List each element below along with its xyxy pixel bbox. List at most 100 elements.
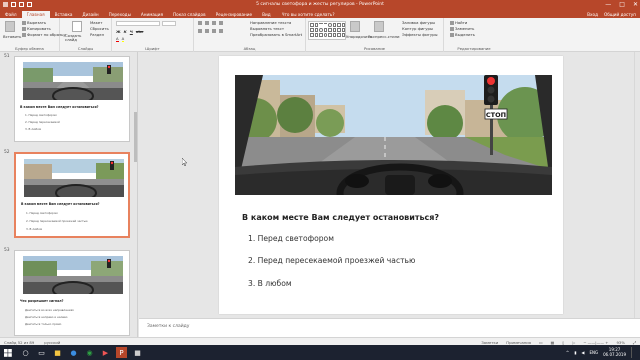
task-view-icon[interactable]: ▭	[36, 347, 47, 358]
file-explorer-icon[interactable]: ■	[52, 347, 63, 358]
text-direction-button[interactable]: Направление текста	[250, 20, 291, 25]
language-indicator[interactable]: русский	[44, 340, 60, 345]
shapes-gallery[interactable]	[308, 21, 346, 40]
section-button[interactable]: Раздел	[90, 32, 104, 37]
slide-thumbnail-53[interactable]: Что разрешает сигнал? Двигаться во всех …	[14, 250, 130, 336]
outdent-icon[interactable]	[219, 21, 223, 25]
indent-icon[interactable]	[212, 21, 216, 25]
tab-slideshow[interactable]: Показ слайдов	[168, 11, 211, 18]
tell-me-input[interactable]: Что вы хотите сделать?	[276, 11, 335, 18]
tab-review[interactable]: Рецензирование	[211, 11, 258, 18]
highlight-icon[interactable]: А	[121, 36, 125, 42]
shape-fill-button[interactable]: Заливка фигуры	[402, 20, 435, 25]
shape-rect-icon[interactable]	[310, 33, 314, 37]
slide-question[interactable]: В каком месте Вам следует остановиться?	[242, 213, 439, 222]
bullets-icon[interactable]	[198, 21, 202, 25]
select-button[interactable]: Выделить	[450, 32, 475, 37]
slide-thumbnails-panel[interactable]: 51 В каком месте Вам следует остановитьс…	[0, 52, 138, 340]
shape-brace-icon[interactable]	[328, 28, 332, 32]
sign-in-link[interactable]: Вход	[587, 11, 598, 18]
show-desktop-button[interactable]	[631, 347, 637, 358]
new-slide-button[interactable]: Создать слайд	[65, 34, 87, 42]
shape-rect-icon[interactable]	[337, 33, 341, 37]
reading-view-icon[interactable]: ▯	[562, 340, 564, 345]
zoom-level[interactable]: 93%	[617, 340, 625, 345]
tab-file[interactable]: Файл	[0, 11, 22, 18]
paste-icon[interactable]	[5, 21, 15, 32]
shape-star-icon[interactable]	[332, 28, 336, 32]
replace-button[interactable]: Заменить	[450, 26, 474, 31]
justify-icon[interactable]	[219, 29, 223, 33]
shape-oval-icon[interactable]	[319, 28, 323, 32]
align-right-icon[interactable]	[212, 29, 216, 33]
thumbnails-scrollbar[interactable]	[134, 112, 137, 162]
bold-icon[interactable]: Ж	[116, 29, 121, 34]
align-text-button[interactable]: Выровнять текст	[250, 26, 284, 31]
powerpoint-taskbar-icon[interactable]: P	[116, 347, 127, 358]
align-left-icon[interactable]	[198, 29, 202, 33]
slide-road-photo[interactable]: СТОП	[235, 75, 552, 195]
shape-rect-icon[interactable]	[341, 28, 345, 32]
numbering-icon[interactable]	[205, 21, 209, 25]
media-icon[interactable]: ▶	[100, 347, 111, 358]
shape-rect-icon[interactable]	[314, 23, 318, 27]
shape-rect-icon[interactable]	[328, 33, 332, 37]
tab-animations[interactable]: Анимация	[136, 11, 168, 18]
shape-rect-icon[interactable]	[337, 28, 341, 32]
shape-rect-icon[interactable]	[323, 28, 327, 32]
shape-rect-icon[interactable]	[314, 33, 318, 37]
font-color-icon[interactable]: А	[116, 36, 119, 42]
volume-icon[interactable]: ◀	[581, 350, 584, 355]
answer-option-1[interactable]: 1. Перед светофором	[248, 234, 334, 243]
tab-home[interactable]: Главная	[21, 11, 50, 18]
font-name-field[interactable]	[116, 21, 160, 26]
align-center-icon[interactable]	[205, 29, 209, 33]
quick-styles-icon[interactable]	[374, 21, 384, 32]
answer-option-3[interactable]: 3. В любом	[248, 279, 292, 288]
search-taskbar-icon[interactable]: ○	[20, 347, 31, 358]
shape-rect-icon[interactable]	[341, 33, 345, 37]
quick-styles-button[interactable]: Экспресс-стили	[368, 34, 399, 39]
underline-icon[interactable]: Ч	[130, 29, 133, 34]
shape-oval-icon[interactable]	[323, 33, 327, 37]
shape-outline-button[interactable]: Контур фигуры	[402, 26, 433, 31]
minimize-button[interactable]: —	[605, 1, 611, 8]
shape-line-icon[interactable]	[319, 23, 323, 27]
shape-rect-icon[interactable]	[319, 33, 323, 37]
tab-view[interactable]: Вид	[257, 11, 276, 18]
shape-oval-icon[interactable]	[328, 23, 332, 27]
smartart-button[interactable]: Преобразовать в SmartArt	[250, 32, 302, 37]
cut-button[interactable]: Вырезать	[22, 20, 46, 25]
clock[interactable]: 19:27 06.07.2019	[603, 347, 626, 357]
copy-button[interactable]: Копировать	[22, 26, 51, 31]
tab-design[interactable]: Дизайн	[77, 11, 103, 18]
shape-arrow-icon[interactable]	[310, 28, 314, 32]
fit-slide-icon[interactable]: ⤢	[633, 340, 636, 345]
shape-triangle-icon[interactable]	[337, 23, 341, 27]
italic-icon[interactable]: К	[124, 29, 127, 34]
arrange-icon[interactable]	[350, 21, 360, 32]
share-button[interactable]: Общий доступ	[604, 11, 636, 18]
layout-button[interactable]: Макет	[90, 20, 102, 25]
tab-insert[interactable]: Вставка	[50, 11, 78, 18]
font-size-field[interactable]	[162, 21, 176, 26]
answer-option-2[interactable]: 2. Перед пересекаемой проезжей частью	[248, 256, 415, 265]
keyboard-language[interactable]: ENG	[589, 350, 598, 355]
tab-transitions[interactable]: Переходы	[104, 11, 136, 18]
normal-view-icon[interactable]: ▭	[539, 340, 543, 345]
shape-rect-icon[interactable]	[314, 28, 318, 32]
zoom-slider[interactable]: − ——|—— +	[583, 340, 608, 345]
shape-rect-icon[interactable]	[310, 23, 314, 27]
current-slide[interactable]: СТОП В каком месте Вам следует остановит…	[219, 56, 563, 314]
slide-vertical-scrollbar[interactable]	[634, 52, 640, 318]
notes-toggle-button[interactable]: Заметки	[481, 340, 498, 345]
shape-arrow-icon[interactable]	[341, 23, 345, 27]
shape-rect-icon[interactable]	[332, 33, 336, 37]
comments-toggle-button[interactable]: Примечания	[506, 340, 531, 345]
shape-line-icon[interactable]	[323, 23, 327, 27]
network-icon[interactable]: ▮	[574, 350, 576, 355]
sorter-view-icon[interactable]: ▦	[551, 340, 555, 345]
app-icon[interactable]: ■	[132, 347, 143, 358]
strikethrough-icon[interactable]: abc	[136, 29, 144, 34]
paste-button[interactable]: Вставить	[3, 34, 21, 39]
